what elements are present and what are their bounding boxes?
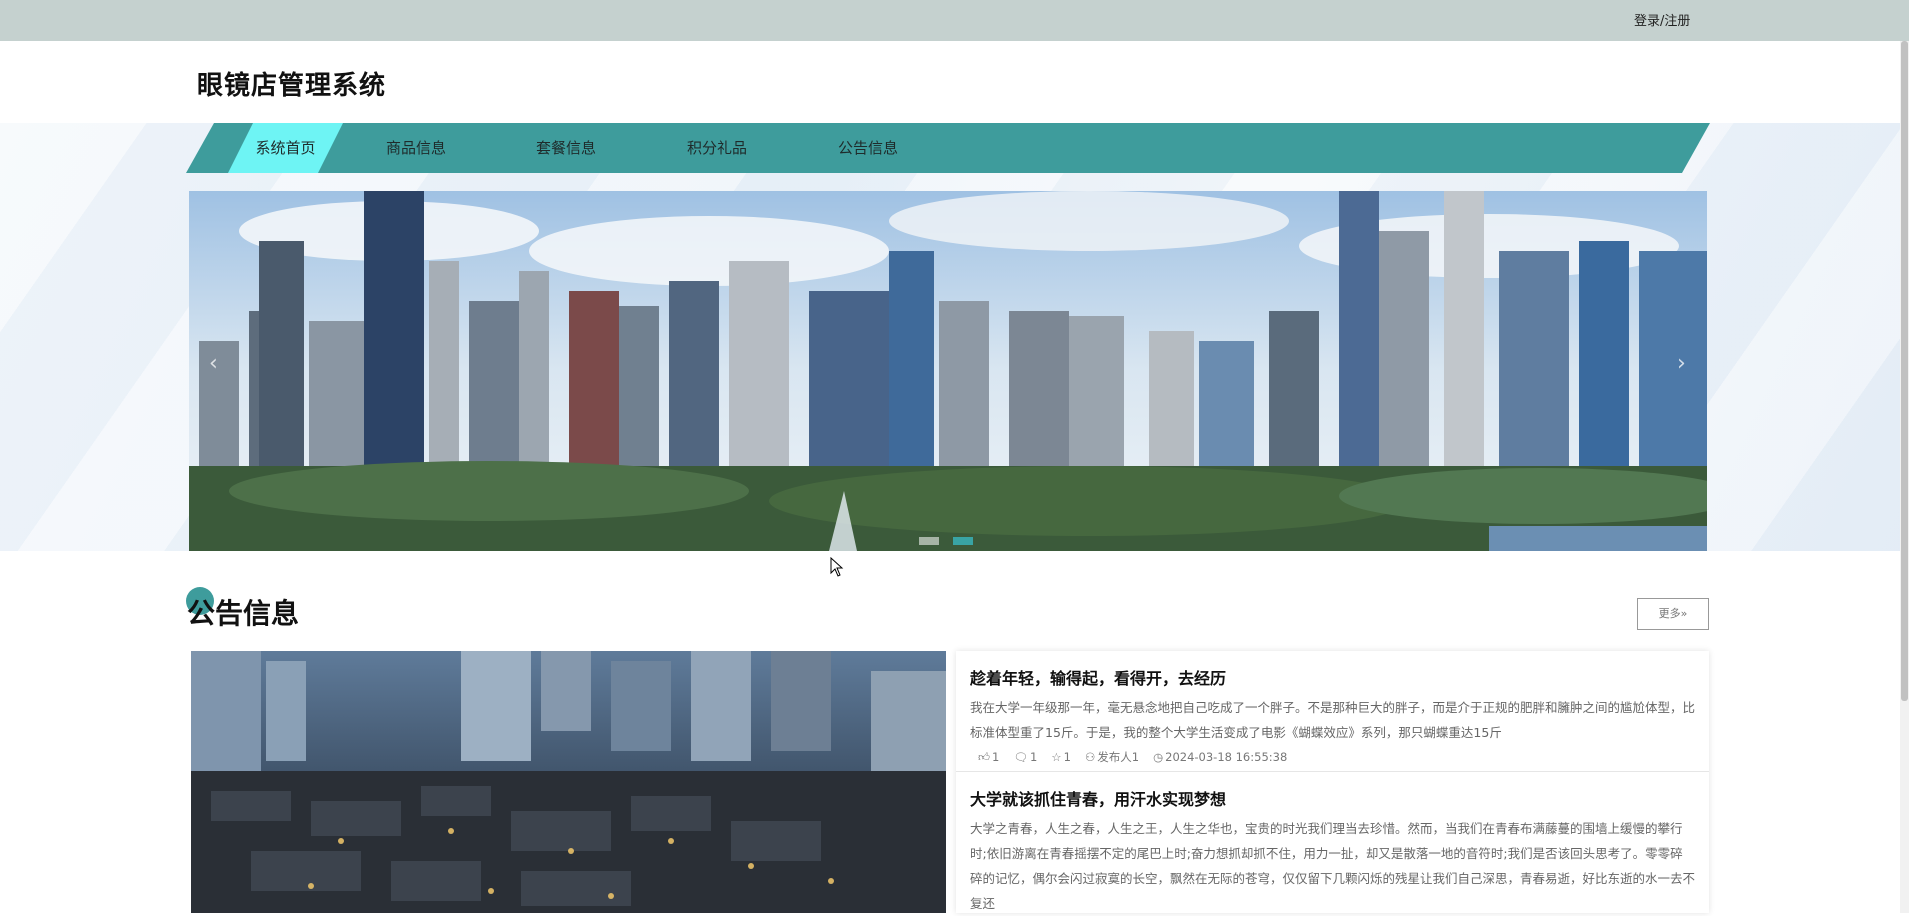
- city-skyline-image: [189, 191, 1707, 551]
- thumbs-up-icon: 👍︎: [978, 749, 991, 764]
- likes-count: 👍︎ 1: [978, 749, 1000, 765]
- carousel-dot-1[interactable]: [919, 537, 939, 545]
- prev-slide-icon[interactable]: ‹: [209, 351, 218, 376]
- notice-item-2[interactable]: 大学就该抓住青春，用汗水实现梦想 大学之青春，人生之春，人生之王，人生之华也，宝…: [956, 786, 1709, 916]
- top-bar: 登录/注册: [0, 0, 1909, 41]
- notice-item-1[interactable]: 趁着年轻，输得起，看得开，去经历 我在大学一年级那一年，毫无悬念地把自己吃成了一…: [956, 665, 1709, 765]
- header: 眼镜店管理系统: [0, 41, 1900, 123]
- publisher: ⚇ 发布人1: [1084, 750, 1140, 764]
- clock-icon: ◷: [1153, 750, 1164, 764]
- scrollbar-thumb[interactable]: [1901, 41, 1908, 701]
- next-slide-icon[interactable]: ›: [1677, 351, 1686, 376]
- mouse-cursor-icon: [830, 557, 844, 577]
- notice-list: 趁着年轻，输得起，看得开，去经历 我在大学一年级那一年，毫无悬念地把自己吃成了一…: [956, 651, 1709, 913]
- main-nav: 系统首页 商品信息 套餐信息 积分礼品 公告信息: [186, 123, 1710, 173]
- more-button[interactable]: 更多»: [1637, 598, 1709, 630]
- notice-meta: 👍︎ 1 🗨︎ 1 ☆ 1 ⚇ 发布人1 ◷ 2024-03-18 16:55:38: [970, 749, 1695, 765]
- comment-icon: 🗨︎: [1013, 750, 1028, 764]
- notice-title[interactable]: 大学就该抓住青春，用汗水实现梦想: [970, 786, 1695, 810]
- carousel-dot-2[interactable]: [953, 537, 973, 545]
- banner-carousel[interactable]: ‹ ›: [189, 191, 1707, 551]
- notice-description: 我在大学一年级那一年，毫无悬念地把自己吃成了一个胖子。不是那种巨大的胖子，而是介…: [970, 700, 1696, 740]
- notice-featured-image[interactable]: [191, 651, 946, 913]
- old-town-aerial-image: [191, 651, 946, 913]
- notice-title[interactable]: 趁着年轻，输得起，看得开，去经历: [970, 665, 1695, 689]
- notice-description: 大学之青春，人生之春，人生之王，人生之华也，宝贵的时光我们理当去珍惜。然而，当我…: [970, 821, 1696, 911]
- publish-time: ◷ 2024-03-18 16:55:38: [1153, 750, 1288, 764]
- login-register-link[interactable]: 登录/注册: [1634, 10, 1690, 29]
- site-title: 眼镜店管理系统: [197, 71, 387, 101]
- nav-item-notices[interactable]: 公告信息: [808, 123, 928, 173]
- comments-count: 🗨︎ 1: [1013, 750, 1038, 764]
- nav-item-products[interactable]: 商品信息: [356, 123, 476, 173]
- nav-item-gifts[interactable]: 积分礼品: [657, 123, 777, 173]
- user-icon: ⚇: [1084, 750, 1096, 764]
- nav-item-packages[interactable]: 套餐信息: [506, 123, 626, 173]
- page-scrollbar[interactable]: [1900, 41, 1909, 913]
- notice-section-title: 公告信息: [187, 597, 300, 630]
- favorites-count: ☆ 1: [1051, 750, 1071, 764]
- divider: [956, 771, 1709, 772]
- star-icon: ☆: [1051, 750, 1062, 764]
